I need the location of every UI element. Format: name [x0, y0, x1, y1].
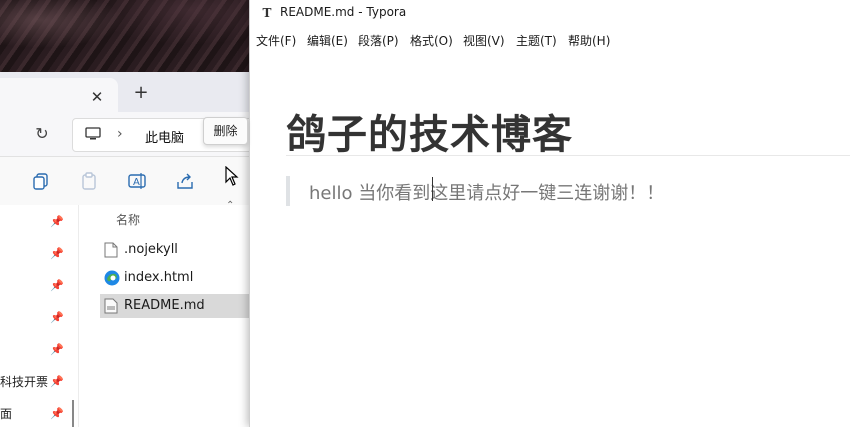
heading-underline	[286, 155, 850, 156]
breadcrumb-this-pc[interactable]: 此电脑	[145, 127, 184, 146]
editor-area[interactable]: 鸽子的技术博客 hello 当你看到这里请点好一键三连谢谢！！	[250, 52, 850, 427]
desktop-wallpaper	[0, 0, 250, 72]
share-icon[interactable]	[174, 170, 196, 192]
new-tab-icon[interactable]: +	[132, 84, 150, 102]
close-icon[interactable]: ✕	[88, 88, 106, 106]
rename-icon[interactable]: A	[126, 170, 148, 192]
menu-paragraph[interactable]: 段落(P)	[358, 32, 399, 49]
file-row[interactable]: .nojekyll	[100, 238, 250, 262]
computer-icon	[85, 127, 101, 140]
sort-caret-icon: ⌃	[226, 200, 235, 211]
delete-tooltip: 删除	[203, 117, 248, 145]
nav-scrollbar[interactable]	[72, 400, 74, 427]
document-heading[interactable]: 鸽子的技术博客	[286, 102, 573, 160]
explorer-command-bar: A	[0, 157, 250, 206]
menu-help[interactable]: 帮助(H)	[568, 32, 610, 49]
pin-icon: 📌	[50, 407, 64, 420]
navigation-pane	[0, 205, 79, 427]
pin-icon: 📌	[50, 375, 64, 388]
svg-text:A: A	[133, 177, 140, 188]
paste-icon[interactable]	[78, 170, 100, 192]
nav-item-label[interactable]: 科技开票	[0, 373, 48, 390]
typora-window: T README.md - Typora 文件(F) 编辑(E) 段落(P) 格…	[249, 0, 850, 427]
explorer-tab[interactable]: ✕	[0, 78, 118, 112]
typora-app-icon: T	[262, 6, 272, 20]
chevron-right-icon: ›	[117, 126, 123, 142]
pin-icon: 📌	[50, 279, 64, 292]
md-file-icon	[104, 298, 118, 314]
blockquote-text[interactable]: hello 当你看到这里请点好一键三连谢谢！！	[309, 179, 664, 205]
file-row[interactable]: README.md	[100, 294, 250, 318]
pin-icon: 📌	[50, 247, 64, 260]
file-icon	[104, 242, 118, 258]
text-caret	[432, 177, 433, 201]
explorer-tab-bar: ✕ +	[0, 72, 250, 112]
menu-theme[interactable]: 主题(T)	[516, 32, 557, 49]
nav-item-label[interactable]: 面	[0, 405, 12, 422]
menu-bar: 文件(F) 编辑(E) 段落(P) 格式(O) 视图(V) 主题(T) 帮助(H…	[250, 28, 850, 50]
menu-format[interactable]: 格式(O)	[410, 32, 453, 49]
edge-icon	[104, 270, 120, 286]
copy-icon[interactable]	[30, 170, 52, 192]
menu-edit[interactable]: 编辑(E)	[307, 32, 348, 49]
file-name: .nojekyll	[124, 242, 178, 257]
hand-cursor-icon	[225, 166, 239, 186]
file-name: README.md	[124, 298, 205, 313]
column-header-name[interactable]: 名称	[116, 211, 140, 228]
blockquote[interactable]: hello 当你看到这里请点好一键三连谢谢！！	[286, 176, 850, 206]
menu-view[interactable]: 视图(V)	[463, 32, 505, 49]
pin-icon: 📌	[50, 343, 64, 356]
file-name: index.html	[124, 270, 194, 285]
pin-icon: 📌	[50, 311, 64, 324]
pin-icon: 📌	[50, 215, 64, 228]
title-bar[interactable]: T README.md - Typora	[250, 0, 850, 26]
window-title: README.md - Typora	[280, 5, 407, 19]
file-row[interactable]: index.html	[100, 266, 250, 290]
menu-file[interactable]: 文件(F)	[256, 32, 296, 49]
refresh-icon[interactable]: ↻	[32, 124, 52, 144]
